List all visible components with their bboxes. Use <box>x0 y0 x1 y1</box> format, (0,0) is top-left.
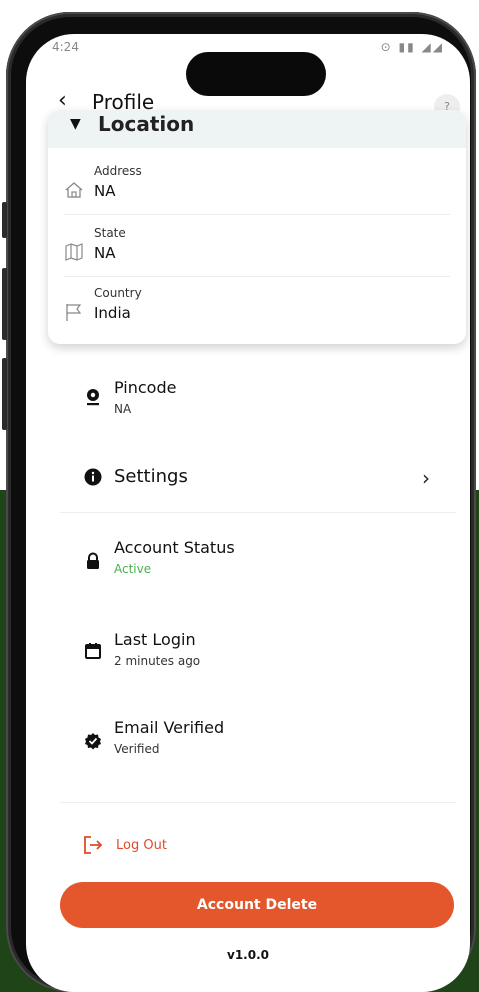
last-login-label: Last Login <box>114 630 196 649</box>
divider <box>60 512 456 513</box>
app-version: v1.0.0 <box>227 948 269 962</box>
account-status-label: Account Status <box>114 538 235 557</box>
status-icons: ⊙ ▮▮ ◢◢ <box>380 40 444 54</box>
side-button-volume-down <box>2 358 7 430</box>
address-value: NA <box>94 182 116 200</box>
caret-down-icon: ▼ <box>70 116 81 132</box>
logout-icon <box>84 836 103 854</box>
dynamic-island <box>186 52 326 96</box>
side-button-mute <box>2 202 7 238</box>
country-value: India <box>94 304 131 322</box>
verified-badge-icon <box>85 733 101 750</box>
location-pin-icon <box>87 389 99 406</box>
map-icon <box>65 243 83 261</box>
country-field: Country India <box>48 274 466 334</box>
account-status-row: Account Status Active <box>26 534 470 594</box>
calendar-icon <box>85 643 101 659</box>
app-screen: 4:24 ⊙ ▮▮ ◢◢ ‹ Profile ? ▼ Location Addr… <box>26 34 470 992</box>
state-field: State NA <box>48 214 466 274</box>
side-button-volume-up <box>2 268 7 340</box>
settings-row[interactable]: Settings › <box>26 462 470 498</box>
flag-icon <box>66 304 82 321</box>
state-value: NA <box>94 244 116 262</box>
pincode-label: Pincode <box>114 378 177 397</box>
email-verified-label: Email Verified <box>114 718 225 737</box>
location-card-header[interactable]: ▼ Location <box>48 110 466 148</box>
email-verified-row: Email Verified Verified <box>26 714 470 774</box>
settings-label: Settings <box>114 466 188 487</box>
lock-icon <box>87 552 99 569</box>
logout-label: Log Out <box>116 838 167 853</box>
location-card: ▼ Location Address NA State NA Country I… <box>48 110 466 344</box>
address-label: Address <box>94 164 142 178</box>
status-time: 4:24 <box>52 40 79 54</box>
chevron-right-icon: › <box>422 466 430 490</box>
last-login-value: 2 minutes ago <box>114 654 201 668</box>
home-icon <box>65 182 83 198</box>
last-login-row: Last Login 2 minutes ago <box>26 626 470 686</box>
pincode-row: Pincode NA <box>26 374 470 434</box>
phone-frame: 4:24 ⊙ ▮▮ ◢◢ ‹ Profile ? ▼ Location Addr… <box>2 12 476 992</box>
account-status-value: Active <box>114 562 152 576</box>
address-field: Address NA <box>48 152 466 212</box>
divider <box>60 802 456 803</box>
pincode-value: NA <box>114 402 132 416</box>
country-label: Country <box>94 286 142 300</box>
info-icon <box>84 468 102 486</box>
state-label: State <box>94 226 126 240</box>
email-verified-value: Verified <box>114 742 160 756</box>
location-title: Location <box>98 112 195 136</box>
account-delete-button[interactable]: Account Delete <box>60 882 454 928</box>
